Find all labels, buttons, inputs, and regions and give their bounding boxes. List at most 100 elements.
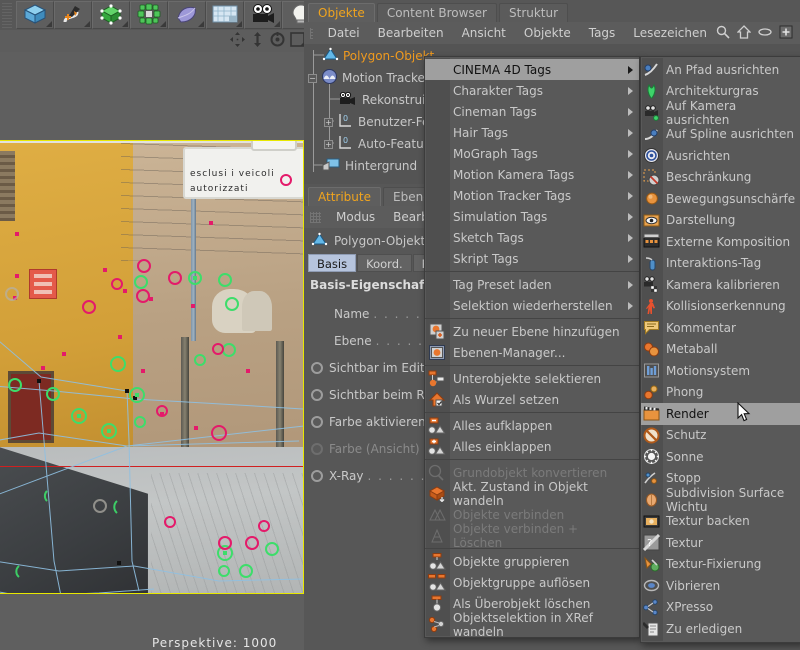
environment-tool[interactable] <box>206 1 244 29</box>
submenu-item-textur-backen[interactable]: Textur backen <box>641 511 800 533</box>
submenu-item-label: Architekturgras <box>666 84 759 99</box>
submenu-item-kamera-kalibrieren[interactable]: Kamera kalibrieren <box>641 274 800 296</box>
menu-item-zu-neuer-ebene-hinzufuegen[interactable]: Zu neuer Ebene hinzufügen <box>425 321 639 342</box>
tree-expander[interactable]: − <box>308 73 317 83</box>
submenu-item-kollisionserkennung[interactable]: Kollisionserkennung <box>641 296 800 318</box>
submenu-item-label: Phong <box>666 385 704 400</box>
object-context-menu[interactable]: CINEMA 4D Tags Charakter Tags Cineman Ta… <box>424 56 640 639</box>
add-layer-icon[interactable] <box>779 25 793 42</box>
submenu-item-zu-erledigen[interactable]: Zu erledigen <box>641 618 800 640</box>
tree-expander[interactable]: + <box>324 117 333 127</box>
scale-tool[interactable] <box>250 32 265 47</box>
submenu-item-label: Render <box>666 406 709 421</box>
menu-item-selektion-wiederherstellen[interactable]: Selektion wiederherstellen <box>425 295 639 316</box>
submenu-item-interaktions-tag[interactable]: Interaktions-Tag <box>641 253 800 275</box>
deformer-tool[interactable] <box>130 1 168 29</box>
submenu-item-schutz[interactable]: Schutz <box>641 425 800 447</box>
subtab-basis[interactable]: Basis <box>308 254 357 272</box>
rotate-tool[interactable] <box>270 32 285 47</box>
camera-tool[interactable] <box>244 1 282 29</box>
menu-item-sketch-tags[interactable]: Sketch Tags <box>425 227 639 248</box>
menu-item-akt-zustand-in-objekt-wandeln[interactable]: Akt. Zustand in Objekt wandeln <box>425 480 639 508</box>
render-region-tool[interactable] <box>290 32 305 47</box>
menu-item-cinema-4d-tags[interactable]: CINEMA 4D Tags <box>425 59 639 80</box>
menu-item-objektselektion-in-xref-wandeln[interactable]: Objektselektion in XRef wandeln <box>425 611 639 639</box>
menu-objekte[interactable]: Objekte <box>515 22 580 44</box>
menu-item-motion-kamera-tags[interactable]: Motion Kamera Tags <box>425 164 639 185</box>
submenu-item-externe-komposition[interactable]: Externe Komposition <box>641 231 800 253</box>
cinema-4d-tags-submenu[interactable]: An Pfad ausrichten Architekturgras Auf K… <box>640 56 800 643</box>
tab-content-browser[interactable]: Content Browser <box>376 3 497 22</box>
menu-item-als-wurzel-setzen[interactable]: Als Wurzel setzen <box>425 389 639 410</box>
submenu-item-render[interactable]: Render <box>641 403 800 425</box>
menu-item-objekte-gruppieren[interactable]: Objekte gruppieren <box>425 551 639 572</box>
tab-attribute[interactable]: Attribute <box>308 187 381 206</box>
submenu-item-metaball[interactable]: Metaball <box>641 339 800 361</box>
spline-pen-tool[interactable] <box>54 1 92 29</box>
tree-row[interactable]: Polygon-Objekt <box>322 45 434 67</box>
menubar-grip[interactable] <box>310 27 313 39</box>
tree-row[interactable]: + 0 Auto-Feature <box>324 133 436 155</box>
menu-item-alles-aufklappen[interactable]: Alles aufklappen <box>425 415 639 436</box>
menu-item-simulation-tags[interactable]: Simulation Tags <box>425 206 639 227</box>
radio-button[interactable] <box>311 469 323 482</box>
menu-modus[interactable]: Modus <box>327 206 384 228</box>
ellipse-icon[interactable] <box>758 26 772 40</box>
polygon-object-tool[interactable] <box>92 1 130 29</box>
submenu-item-subdivision-surface-wichtung[interactable]: Subdivision Surface Wichtu <box>641 486 800 514</box>
menu-lesezeichen[interactable]: Lesezeichen <box>624 22 716 44</box>
tree-row[interactable]: Hintergrund <box>322 155 417 177</box>
menu-item-hair-tags[interactable]: Hair Tags <box>425 122 639 143</box>
menu-item-ebenen-manager[interactable]: Ebenen-Manager... <box>425 342 639 363</box>
submenu-item-kommentar[interactable]: Kommentar <box>641 317 800 339</box>
menu-item-skript-tags[interactable]: Skript Tags <box>425 248 639 269</box>
property-row-visible-render[interactable]: Sichtbar beim Ren <box>311 383 439 406</box>
object-mode-tool[interactable] <box>16 1 54 29</box>
submenu-item-darstellung[interactable]: Darstellung <box>641 210 800 232</box>
subtab-koord[interactable]: Koord. <box>357 254 412 272</box>
property-row-visible-editor[interactable]: Sichtbar im Editor <box>311 356 437 379</box>
move-tool[interactable] <box>230 32 245 47</box>
menu-item-cineman-tags[interactable]: Cineman Tags <box>425 101 639 122</box>
submenu-item-auf-kamera-ausrichten[interactable]: Auf Kamera ausrichten <box>641 99 800 127</box>
menu-item-tag-preset-laden[interactable]: Tag Preset laden <box>425 274 639 295</box>
menu-item-mograph-tags[interactable]: MoGraph Tags <box>425 143 639 164</box>
menubar-grip[interactable] <box>310 211 321 223</box>
tree-expander[interactable]: + <box>324 139 333 149</box>
nurbs-tool[interactable] <box>168 1 206 29</box>
tree-row[interactable]: − Motion Tracker <box>308 67 430 89</box>
menu-datei[interactable]: Datei <box>319 22 369 44</box>
submenu-item-an-pfad-ausrichten[interactable]: An Pfad ausrichten <box>641 59 800 81</box>
menu-tags[interactable]: Tags <box>580 22 625 44</box>
submenu-item-motionsystem[interactable]: Motionsystem <box>641 360 800 382</box>
menu-item-objektgruppe-aufloesen[interactable]: Objektgruppe auflösen <box>425 572 639 593</box>
menu-item-charakter-tags[interactable]: Charakter Tags <box>425 80 639 101</box>
radio-button[interactable] <box>311 361 323 374</box>
submenu-item-vibrieren[interactable]: Vibrieren <box>641 575 800 597</box>
menu-item-motion-tracker-tags[interactable]: Motion Tracker Tags <box>425 185 639 206</box>
tree-row[interactable]: + 0 Benutzer-Fea <box>324 111 437 133</box>
submenu-item-ausrichten[interactable]: Ausrichten <box>641 145 800 167</box>
menu-bearbeiten[interactable]: Bearbeiten <box>369 22 453 44</box>
tab-struktur[interactable]: Struktur <box>499 3 569 22</box>
submenu-item-xpresso[interactable]: XPresso <box>641 597 800 619</box>
perspective-viewport[interactable]: esclusi i veicoli autorizzati Perspektiv… <box>0 52 304 650</box>
submenu-item-auf-spline-ausrichten[interactable]: Auf Spline ausrichten <box>641 124 800 146</box>
toolbar-grip[interactable] <box>2 2 12 28</box>
search-icon[interactable] <box>716 25 730 42</box>
submenu-item-beschraenkung[interactable]: Beschränkung <box>641 167 800 189</box>
submenu-item-textur-fixierung[interactable]: Textur-Fixierung <box>641 554 800 576</box>
tab-objekte[interactable]: Objekte <box>308 3 375 22</box>
radio-button[interactable] <box>311 415 323 428</box>
auto-features-icon: 0 <box>337 135 354 153</box>
submenu-item-textur[interactable]: ? Textur <box>641 532 800 554</box>
submenu-item-phong[interactable]: Phong <box>641 382 800 404</box>
layer-manager-icon <box>428 344 446 361</box>
submenu-item-sonne[interactable]: Sonne <box>641 446 800 468</box>
menu-ansicht[interactable]: Ansicht <box>453 22 515 44</box>
submenu-item-bewegungsunschaerfe[interactable]: Bewegungsunschärfe <box>641 188 800 210</box>
menu-item-alles-einklappen[interactable]: Alles einklappen <box>425 436 639 457</box>
radio-button[interactable] <box>311 388 323 401</box>
home-icon[interactable] <box>736 24 752 42</box>
menu-item-unterobjekte-selektieren[interactable]: Unterobjekte selektieren <box>425 368 639 389</box>
